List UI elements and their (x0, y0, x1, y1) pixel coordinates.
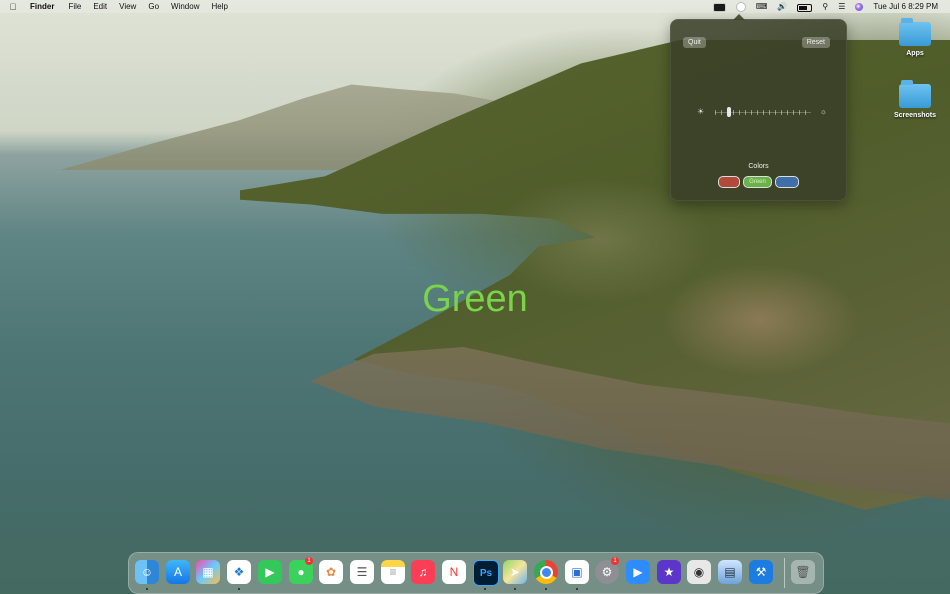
photoshop-icon[interactable]: Ps (473, 560, 499, 586)
xcode-icon[interactable]: ⚒ (749, 560, 773, 584)
color-blue-button[interactable]: Blue (775, 176, 799, 188)
control-center-icon[interactable]: ☰ (838, 0, 845, 13)
imovie-icon[interactable]: ★ (657, 560, 681, 584)
zoom-icon[interactable]: ▶ (626, 560, 650, 584)
screenshot-icon[interactable]: ◉ (687, 560, 711, 584)
colors-label: Colors (748, 163, 769, 170)
running-indicator (238, 588, 240, 590)
dock-separator (784, 558, 785, 588)
folder-icon (899, 80, 931, 108)
news-icon[interactable]: N (442, 560, 466, 584)
music-icon[interactable]: ♫ (411, 560, 435, 584)
menu-bar:  Finder File Edit View Go Window Help ⌨… (0, 0, 950, 13)
messages-badge: 1 (305, 557, 313, 565)
siri-icon[interactable] (855, 2, 864, 11)
running-indicator (514, 588, 516, 590)
quit-button[interactable]: Quit (683, 37, 706, 48)
menu-file[interactable]: File (62, 2, 87, 11)
reset-button[interactable]: Reset (801, 37, 830, 48)
color-red-button[interactable]: Red (718, 176, 740, 188)
reminders-icon[interactable]: ☰ (350, 560, 374, 584)
battery-icon[interactable] (797, 3, 813, 12)
folder-label: Apps (906, 50, 924, 57)
maps-icon[interactable]: ➤ (503, 560, 527, 584)
brightness-high-icon: ☼ (819, 107, 827, 116)
menu-window[interactable]: Window (165, 2, 205, 11)
folder-icon (899, 18, 931, 46)
menu-go[interactable]: Go (142, 2, 165, 11)
facetime-icon[interactable]: ▶ (258, 560, 282, 584)
volume-icon[interactable]: 🔊 (777, 0, 787, 13)
color-green-button[interactable]: Green (743, 176, 772, 188)
desktop-folder-screenshots[interactable]: Screenshots (885, 80, 945, 119)
app-store-icon[interactable]: A (166, 560, 190, 584)
brightness-slider[interactable]: ☀ ☼ (697, 107, 827, 117)
keynote-icon[interactable]: ▣ (565, 560, 589, 584)
running-indicator (484, 588, 486, 590)
color-popover: Quit Reset ☀ ☼ Colors Red Green Blue (670, 14, 847, 201)
keyboard-icon[interactable]: ⌨ (756, 0, 768, 13)
brightness-low-icon: ☀ (697, 107, 705, 116)
launchpad-icon[interactable]: ▦ (196, 560, 220, 584)
running-indicator (576, 588, 578, 590)
color-display-text: Green (422, 278, 528, 320)
menu-clock[interactable]: Tue Jul 6 8:29 PM (873, 0, 938, 13)
extension-icon[interactable] (712, 3, 726, 12)
running-indicator (545, 588, 547, 590)
circle-icon[interactable] (735, 1, 746, 12)
finder-icon[interactable]: ☺ (135, 560, 159, 584)
safari-icon[interactable]: ❖ (227, 560, 251, 584)
dock: ☺ A ▦ ❖ ▶ ● ✿ ☰ ≡ ♫ N Ps ➤ ▣ ⚙ ▶ ★ ◉ ▤ ⚒… (128, 552, 824, 594)
trash-icon[interactable]: 🗑 (791, 560, 815, 584)
chrome-icon[interactable] (534, 560, 558, 584)
apple-menu-icon[interactable]:  (0, 2, 26, 12)
desktop-folder-apps[interactable]: Apps (885, 18, 945, 57)
preview-icon[interactable]: ▤ (718, 560, 742, 584)
search-icon[interactable]: ⚲ (822, 0, 828, 13)
app-menu-finder[interactable]: Finder (26, 2, 62, 11)
slider-knob[interactable] (727, 107, 731, 117)
menu-help[interactable]: Help (205, 2, 233, 11)
menu-view[interactable]: View (113, 2, 142, 11)
running-indicator (146, 588, 148, 590)
system-preferences-badge: 1 (611, 557, 619, 565)
folder-label: Screenshots (893, 112, 937, 119)
menu-edit[interactable]: Edit (87, 2, 113, 11)
notes-icon[interactable]: ≡ (381, 560, 405, 584)
photos-icon[interactable]: ✿ (319, 560, 343, 584)
